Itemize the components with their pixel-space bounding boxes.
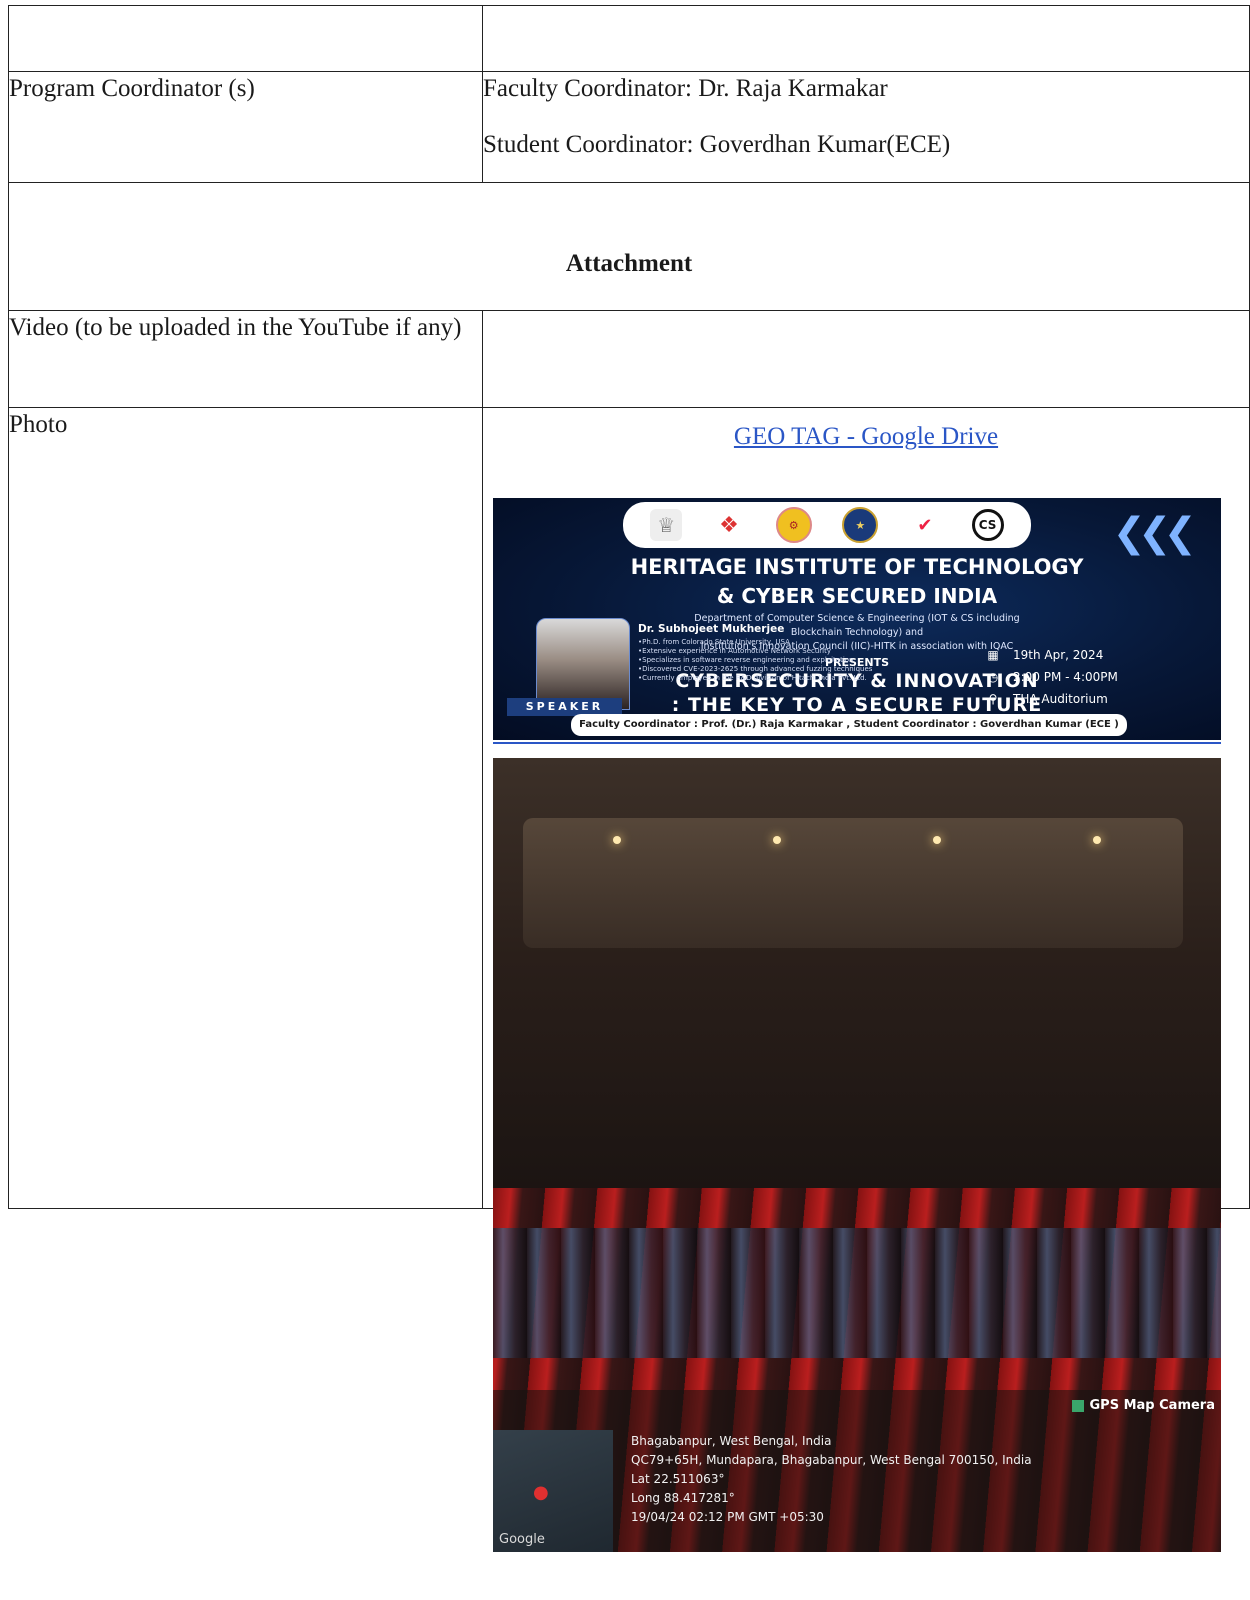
- photo-label: Photo: [9, 411, 68, 438]
- aicte-logo-icon: ⚙: [775, 507, 812, 543]
- audience: [493, 1228, 1221, 1358]
- empty-cell-left: [8, 5, 483, 72]
- video-value-cell: [482, 310, 1250, 408]
- photo-label-cell: Photo: [8, 407, 483, 1209]
- gps-app-label: GPS Map Camera: [1071, 1398, 1216, 1413]
- faculty-coordinator: Faculty Coordinator: Dr. Raja Karmakar: [483, 75, 888, 102]
- map-pin-icon: ●: [533, 1482, 549, 1503]
- hitk-logo-icon: ★: [842, 507, 879, 543]
- geo-tag-drive-link[interactable]: GEO TAG - Google Drive: [734, 423, 998, 450]
- calendar-icon: ▦: [987, 648, 999, 662]
- empty-cell-right: [482, 5, 1250, 72]
- attachment-cell: Attachment: [8, 182, 1250, 311]
- location-pin-icon: ⚲: [988, 692, 998, 706]
- ceiling-light: [1093, 836, 1101, 844]
- gps-location-title: Bhagabanpur, West Bengal, India: [631, 1434, 832, 1448]
- poster-link-underline: [493, 742, 1221, 744]
- auditorium-photo: GPS Map Camera ● Google Bhagabanpur, Wes…: [493, 758, 1221, 1552]
- ceiling-light: [773, 836, 781, 844]
- gps-app-name: GPS Map Camera: [1089, 1398, 1216, 1413]
- speaker-bullet: Currently employee in the R&D division o…: [638, 674, 872, 683]
- attachment-heading: Attachment: [565, 250, 693, 277]
- ceiling-panel: [523, 818, 1183, 948]
- speaker-bullet: Specializes in software reverse engineer…: [638, 656, 872, 665]
- gps-address: QC79+65H, Mundapara, Bhagabanpur, West B…: [631, 1453, 1032, 1467]
- chevron-left-icon: ❮❮❮: [1112, 510, 1196, 556]
- coordinator-label: Program Coordinator (s): [9, 75, 255, 102]
- attachment-row: Attachment: [8, 182, 1250, 311]
- gps-details: Bhagabanpur, West Bengal, India QC79+65H…: [631, 1432, 1032, 1527]
- speaker-name: Dr. Subhojeet Mukherjee: [638, 623, 785, 635]
- event-info: ▦ 19th Apr, 2024 ◷ 2:00 PM - 4:00PM ⚲ THA A…: [985, 644, 1118, 710]
- empty-row: [8, 5, 1250, 72]
- google-brand: Google: [499, 1532, 545, 1547]
- poster-title-line1: HERITAGE INSTITUTE OF TECHNOLOGY: [630, 555, 1084, 579]
- poster-title-line2: & CYBER SECURED INDIA: [716, 584, 998, 608]
- coordinator-label-cell: Program Coordinator (s): [8, 71, 483, 183]
- speaker-photo: [536, 618, 630, 710]
- student-coordinator: Student Coordinator: Goverdhan Kumar(ECE…: [483, 130, 951, 158]
- ceiling-light: [613, 836, 621, 844]
- gps-overlay: GPS Map Camera ● Google Bhagabanpur, Wes…: [493, 1390, 1221, 1552]
- coordinator-row: Program Coordinator (s) Faculty Coordina…: [8, 71, 1250, 183]
- gps-timestamp: 19/04/24 02:12 PM GMT +05:30: [631, 1510, 824, 1524]
- cyber-secured-india-logo-icon: CS: [971, 509, 1004, 541]
- gps-camera-icon: [1071, 1399, 1084, 1412]
- speaker-bullet: Discovered CVE-2023-2625 through advance…: [638, 665, 872, 674]
- ceiling-light: [933, 836, 941, 844]
- video-row: Video (to be uploaded in the YouTube if …: [8, 310, 1250, 408]
- speaker-bullet: Extensive experience in Automotive Netwo…: [638, 647, 872, 656]
- event-date: 19th Apr, 2024: [1013, 648, 1104, 662]
- logo-bar: ♕ ❖ ⚙ ★ ✔ CS: [623, 502, 1031, 548]
- gps-lat: Lat 22.511063°: [631, 1472, 725, 1486]
- clock-icon: ◷: [987, 670, 999, 684]
- video-label: Video (to be uploaded in the YouTube if …: [9, 314, 462, 341]
- gps-long: Long 88.417281°: [631, 1491, 735, 1505]
- speaker-bullet: Ph.D. from Colorado State University, US…: [638, 638, 872, 647]
- event-poster: ♕ ❖ ⚙ ★ ✔ CS ❮❮❮ HERITAGE INSTITUTE OF T…: [493, 498, 1221, 740]
- coordinator-value-cell: Faculty Coordinator: Dr. Raja Karmakar S…: [482, 71, 1250, 183]
- speaker-bullets: Ph.D. from Colorado State University, US…: [638, 638, 872, 683]
- video-label-cell: Video (to be uploaded in the YouTube if …: [8, 310, 483, 408]
- poster-footer: Faculty Coordinator : Prof. (Dr.) Raja K…: [571, 714, 1127, 736]
- national-emblem-icon: ♕: [650, 509, 683, 541]
- iic-logo-icon: ✔: [908, 509, 941, 541]
- event-time: 2:00 PM - 4:00PM: [1013, 670, 1118, 684]
- event-venue: THA Auditorium: [1013, 692, 1108, 706]
- ministry-logo-icon: ❖: [712, 509, 745, 541]
